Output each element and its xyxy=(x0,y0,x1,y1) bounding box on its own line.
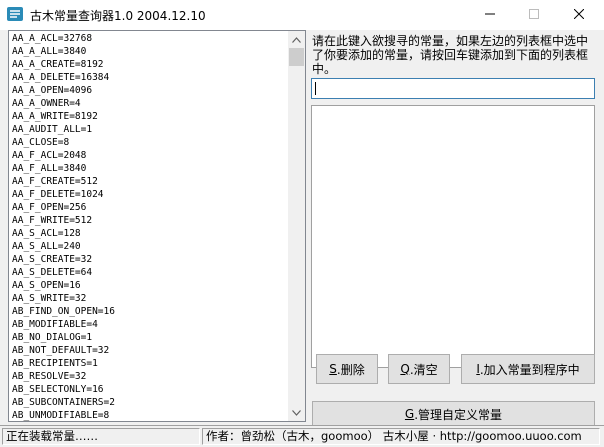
list-item[interactable]: AA_A_OWNER=4 xyxy=(9,97,289,110)
maximize-icon xyxy=(529,9,539,19)
minimize-icon xyxy=(485,13,495,15)
title-bar: 古木常量查询器1.0 2004.12.10 xyxy=(0,0,604,30)
list-item[interactable]: AB_RECIPIENTS=1 xyxy=(9,357,289,370)
list-item[interactable]: AA_CLOSE=8 xyxy=(9,136,289,149)
list-item[interactable]: AA_A_CREATE=8192 xyxy=(9,58,289,71)
list-item[interactable]: AB_UNMODIFIABLE=8 xyxy=(9,409,289,421)
scroll-down-button[interactable] xyxy=(288,404,305,421)
add-label: .加入常量到程序中 xyxy=(479,362,580,377)
close-button[interactable] xyxy=(556,0,602,28)
list-item[interactable]: AB_SELECTONLY=16 xyxy=(9,383,289,396)
delete-accelerator: S xyxy=(329,362,337,376)
manage-custom-constants-button[interactable]: G .管理自定义常量 xyxy=(312,401,595,427)
add-to-program-button[interactable]: I .加入常量到程序中 xyxy=(461,354,595,384)
text-caret xyxy=(315,82,316,95)
list-item[interactable]: AA_F_WRITE=512 xyxy=(9,214,289,227)
manage-accelerator: G xyxy=(404,407,415,421)
list-item[interactable]: AA_S_WRITE=32 xyxy=(9,292,289,305)
app-icon xyxy=(7,7,23,21)
scroll-up-button[interactable] xyxy=(288,31,305,48)
list-item[interactable]: AA_F_DELETE=1024 xyxy=(9,188,289,201)
list-item[interactable]: AA_S_OPEN=16 xyxy=(9,279,289,292)
constants-listbox[interactable]: AA_A_ACL=32768 AA_A_ALL=3840 AA_A_CREATE=8… xyxy=(8,30,306,422)
clear-accelerator: Q xyxy=(400,362,410,376)
list-item[interactable]: AA_S_ACL=128 xyxy=(9,227,289,240)
constants-list[interactable]: AA_A_ACL=32768 AA_A_ALL=3840 AA_A_CREATE=8… xyxy=(9,31,289,421)
minimize-button[interactable] xyxy=(467,0,513,28)
status-bar: 正在装载常量…… 作者：曾劲松（古木，goomoo） 古木小屋 · http:/… xyxy=(0,425,604,447)
list-item[interactable]: AA_F_ACL=2048 xyxy=(9,149,289,162)
window-title: 古木常量查询器1.0 2004.12.10 xyxy=(30,9,206,23)
status-loading-text: 正在装载常量…… xyxy=(2,428,200,445)
list-item[interactable]: AA_A_ALL=3840 xyxy=(9,45,289,58)
delete-button[interactable]: S .删除 xyxy=(316,354,378,384)
list-item[interactable]: AA_A_OPEN=4096 xyxy=(9,84,289,97)
status-author-text: 作者：曾劲松（古木，goomoo） 古木小屋 · http://goomoo.u… xyxy=(202,428,600,445)
list-item[interactable]: AA_F_OPEN=256 xyxy=(9,201,289,214)
list-item[interactable]: AB_RESOLVE=32 xyxy=(9,370,289,383)
list-item[interactable]: AB_NOT_DEFAULT=32 xyxy=(9,344,289,357)
chevron-up-icon xyxy=(292,36,301,43)
list-item[interactable]: AA_F_CREATE=512 xyxy=(9,175,289,188)
list-item[interactable]: AA_AUDIT_ALL=1 xyxy=(9,123,289,136)
vertical-scrollbar[interactable] xyxy=(288,31,305,421)
list-item[interactable]: AB_SUBCONTAINERS=2 xyxy=(9,396,289,409)
list-item[interactable]: AA_A_WRITE=8192 xyxy=(9,110,289,123)
list-item[interactable]: AA_S_CREATE=32 xyxy=(9,253,289,266)
scroll-thumb[interactable] xyxy=(289,48,304,66)
dialog-body: AA_A_ACL=32768 AA_A_ALL=3840 AA_A_CREATE=8… xyxy=(0,30,604,427)
close-icon xyxy=(574,9,584,19)
selected-constants-box[interactable] xyxy=(311,105,595,368)
manage-label: .管理自定义常量 xyxy=(414,407,503,422)
list-item[interactable]: AA_S_DELETE=64 xyxy=(9,266,289,279)
list-item[interactable]: AB_FIND_ON_OPEN=16 xyxy=(9,305,289,318)
list-item[interactable]: AA_S_ALL=240 xyxy=(9,240,289,253)
list-item[interactable]: AA_A_DELETE=16384 xyxy=(9,71,289,84)
list-item[interactable]: AB_MODIFIABLE=4 xyxy=(9,318,289,331)
delete-label: .删除 xyxy=(336,362,365,377)
list-item[interactable]: AA_A_ACL=32768 xyxy=(9,32,289,45)
chevron-down-icon xyxy=(292,409,301,416)
clear-label: .清空 xyxy=(409,362,438,377)
maximize-button[interactable] xyxy=(511,0,557,28)
clear-button[interactable]: Q .清空 xyxy=(388,354,450,384)
list-item[interactable]: AA_F_ALL=3840 xyxy=(9,162,289,175)
instruction-text: 请在此键入欲搜寻的常量，如果左边的列表框中选中了你要添加的常量，请按回车键添加到… xyxy=(312,34,589,76)
list-item[interactable]: AB_NO_DIALOG=1 xyxy=(9,331,289,344)
search-input[interactable] xyxy=(311,78,595,99)
